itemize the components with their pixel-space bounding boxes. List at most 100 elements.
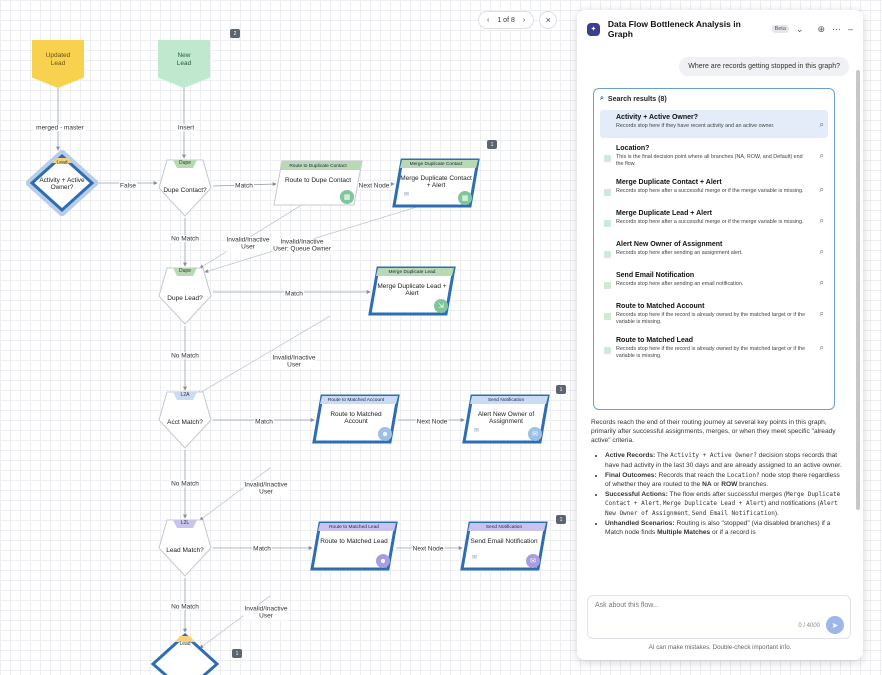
decision-location-partial[interactable]: Lead [150, 632, 220, 675]
comment-badge[interactable]: 1 [556, 515, 566, 524]
action-header: Send Notification [487, 398, 525, 403]
magnify-icon[interactable]: ⌕ [820, 185, 824, 195]
decision-lead-match[interactable]: L2L Lead Match? [157, 518, 213, 578]
search-result-item[interactable]: Activity + Active Owner? Records stop her… [600, 110, 828, 138]
node-color-swatch [604, 155, 611, 162]
merge-icon: ⇲ [434, 299, 448, 313]
search-result-title: Route to Matched Lead [616, 337, 694, 345]
action-route-to-matched-lead[interactable]: Route to Matched Lead Route to Matched L… [308, 521, 400, 571]
decision-tag: Dupe [179, 160, 191, 166]
edge-label: Match [234, 182, 254, 190]
decision-label: Lead Match? [166, 547, 204, 555]
node-color-swatch [604, 282, 611, 290]
search-result-desc: Records stop here after sending an email… [616, 281, 744, 288]
node-color-swatch [604, 251, 611, 259]
decision-dupe-lead[interactable]: Dupe Dupe Lead? [157, 266, 213, 326]
panel-scrollbar[interactable] [856, 70, 860, 510]
action-header: Send Notification [485, 525, 523, 530]
magnify-icon[interactable]: ⌕ [820, 247, 824, 257]
search-result-item[interactable]: Route to Matched Account Records stop her… [600, 299, 828, 330]
close-pager-button[interactable]: × [539, 11, 558, 29]
comment-badge[interactable]: 1 [556, 385, 566, 394]
search-result-item[interactable]: Send Email Notification Records stop here… [600, 268, 828, 296]
next-result-button[interactable]: › [523, 17, 525, 24]
edge-label: Match [252, 545, 272, 553]
user-message: Where are records getting stopped in thi… [679, 57, 849, 76]
more-options-icon[interactable]: ⋯ [832, 24, 841, 35]
search-result-title: Merge Duplicate Lead + Alert [616, 210, 713, 218]
edge-label: No Match [170, 603, 200, 611]
edge-label: Invalid/Inactive User [225, 236, 271, 252]
node-color-swatch [604, 313, 611, 321]
action-route-to-matched-account[interactable]: Route to Matched Account Route to Matche… [310, 394, 402, 444]
chat-input-box[interactable]: Ask about this flow... 0 / 4000 ➤ [587, 595, 851, 639]
search-result-title: Activity + Active Owner? [616, 114, 699, 121]
panel-header: ✦ Data Flow Bottleneck Analysis in Graph… [577, 10, 863, 48]
result-pager: ‹ 1 of 8 › × [478, 11, 558, 29]
prev-result-button[interactable]: ‹ [487, 17, 489, 24]
answer-bullet: Final Outcomes: Records that reach the L… [605, 471, 843, 489]
search-result-item[interactable]: Location? This is the final decision poin… [600, 141, 828, 172]
action-send-email-notification[interactable]: Send Notification Send Email Notificatio… [458, 521, 550, 571]
search-result-title: Send Email Notification [616, 272, 695, 280]
action-header: Merge Duplicate Lead [388, 270, 436, 275]
action-merge-duplicate-contact[interactable]: Merge Duplicate Contact Merge Duplicate … [390, 158, 482, 208]
action-label: Route to Matched Lead [320, 538, 388, 545]
decision-activity-active-owner[interactable]: Lead Activity + Active Owner? [26, 150, 98, 216]
node-color-swatch [604, 189, 611, 197]
comment-badge[interactable]: 1 [487, 140, 497, 149]
magnify-icon[interactable]: ⌕ [820, 343, 824, 353]
action-alert-new-owner[interactable]: Send Notification Alert New Owner of Ass… [460, 394, 552, 444]
magnify-icon[interactable]: ⌕ [820, 309, 824, 319]
mail-icon: ✉ [472, 555, 478, 561]
edge-label: Match [284, 290, 304, 298]
action-route-to-dupe-contact[interactable]: Route to Duplicate Contact Route to Dupe… [272, 160, 364, 206]
new-chat-icon[interactable]: ⊕ [817, 24, 825, 35]
search-results-heading: Search results (8) [607, 95, 667, 103]
minimize-icon[interactable]: – [848, 24, 853, 34]
search-result-item[interactable]: Merge Duplicate Contact + Alert Records s… [600, 175, 828, 203]
assistant-answer: Records reach the end of their routing j… [591, 418, 843, 596]
search-result-desc: Records stop here if the record is alrea… [616, 312, 806, 326]
send-icon[interactable]: ➤ [826, 616, 844, 634]
magnify-icon[interactable]: ⌕ [820, 278, 824, 288]
action-merge-duplicate-lead[interactable]: Merge Duplicate Lead Merge Duplicate Lea… [366, 266, 458, 316]
search-results-card: ⌕ Search results (8) Activity + Active O… [593, 88, 835, 410]
search-result-desc: Records stop here after a successful mer… [616, 188, 804, 195]
comment-badge[interactable]: 2 [230, 29, 240, 38]
action-label: Merge Duplicate Lead + Alert [377, 283, 447, 298]
mail-icon: ✉ [474, 428, 480, 434]
search-result-title: Alert New Owner of Assignment [616, 241, 723, 249]
search-result-desc: Records stop here if they have recent ac… [616, 123, 775, 129]
action-header: Route to Matched Lead [329, 525, 379, 530]
edge-label: Insert [176, 124, 196, 132]
start-node-label: New Lead [176, 52, 192, 67]
decision-tag: L2L [180, 520, 190, 526]
search-result-title: Merge Duplicate Contact + Alert [616, 179, 722, 187]
edge-label: Next Node [415, 418, 449, 426]
start-node-label: Updated Lead [45, 52, 71, 67]
panel-title: Data Flow Bottleneck Analysis in Graph [607, 19, 741, 39]
search-result-desc: Records stop here if the record is alrea… [616, 346, 806, 360]
magnify-icon[interactable]: ⌕ [820, 120, 824, 130]
chevron-down-icon[interactable]: ⌄ [796, 24, 804, 35]
action-header: Route to Matched Account [327, 398, 385, 403]
edge-label: No Match [170, 352, 200, 360]
decision-tag: L2A [180, 392, 190, 398]
magnify-icon[interactable]: ⌕ [820, 216, 824, 226]
decision-dupe-contact[interactable]: Dupe Dupe Contact? [157, 158, 213, 218]
magnify-icon[interactable]: ⌕ [820, 151, 824, 161]
action-label: Alert New Owner of Assignment [477, 411, 535, 426]
people-icon: ☻ [376, 554, 390, 568]
search-results-title: ⌕ Search results (8) [600, 95, 828, 103]
action-label: Route to Dupe Contact [284, 177, 352, 184]
decision-tag: Lead [56, 160, 68, 166]
answer-bullet: Active Records: The Activity + Active Ow… [605, 451, 843, 469]
search-result-item[interactable]: Merge Duplicate Lead + Alert Records stop… [600, 206, 828, 234]
edge-label: Invalid/Inactive User [271, 354, 317, 370]
search-result-item[interactable]: Route to Matched Lead Records stop here i… [600, 333, 828, 364]
comment-badge[interactable]: 1 [232, 649, 242, 658]
decision-acct-match[interactable]: L2A Acct Match? [157, 390, 213, 450]
search-result-item[interactable]: Alert New Owner of Assignment Records sto… [600, 237, 828, 265]
chat-input-placeholder[interactable]: Ask about this flow... [595, 602, 659, 609]
